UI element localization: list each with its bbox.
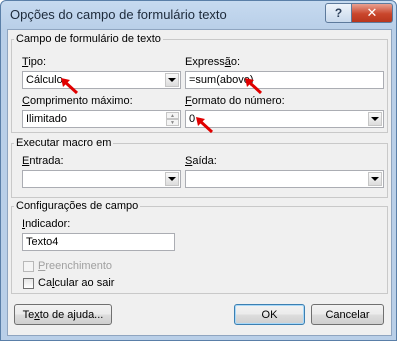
annotation-arrow-icon [196, 117, 214, 134]
entrada-label: Entrada: [22, 155, 64, 167]
saida-label: Saída: [185, 155, 217, 167]
campo-group-title: Campo de formulário de texto [14, 33, 163, 45]
dialog-window: Opções do campo de formulário texto ? ✕ … [0, 0, 397, 341]
ok-button[interactable]: OK [234, 304, 305, 325]
help-icon[interactable]: ? [325, 3, 352, 23]
indicador-input[interactable]: Texto4 [22, 233, 175, 251]
calcular-checkbox[interactable] [23, 278, 34, 289]
spin-up-icon[interactable]: ▲ [166, 112, 179, 119]
saida-select[interactable] [185, 170, 384, 188]
chevron-down-icon[interactable] [368, 172, 382, 186]
title-bar[interactable]: Opções do campo de formulário texto ? ✕ [1, 1, 396, 29]
chevron-down-icon[interactable] [165, 73, 179, 87]
window-title: Opções do campo de formulário texto [10, 7, 227, 22]
annotation-arrow-icon [245, 78, 263, 95]
entrada-select[interactable] [22, 170, 181, 188]
tipo-value: Cálculo [26, 74, 63, 86]
expressao-input[interactable]: =sum(above) [185, 71, 384, 89]
config-group-title: Configurações de campo [14, 200, 141, 212]
annotation-arrow-icon [61, 78, 79, 95]
close-icon[interactable]: ✕ [351, 3, 393, 23]
dialog-body: Campo de formulário de texto Tipo: Cálcu… [7, 29, 392, 336]
macro-group-title: Executar macro em [14, 137, 114, 149]
help-text-button[interactable]: Te x to de ajuda... [14, 304, 112, 325]
chevron-down-icon[interactable] [368, 112, 382, 126]
spinner-buttons[interactable]: ▲ ▼ [166, 112, 179, 126]
expressao-label: Expressão: [185, 56, 241, 68]
preenchimento-label: Preenchimento [38, 260, 112, 272]
preenchimento-checkbox[interactable] [23, 261, 34, 272]
indicador-label: Indicador: [22, 218, 71, 230]
comprimento-spinner[interactable]: Ilimitado ▲ ▼ [22, 110, 181, 128]
tipo-select[interactable]: Cálculo [22, 71, 181, 89]
comprimento-value: Ilimitado [26, 113, 67, 125]
chevron-down-icon[interactable] [165, 172, 179, 186]
cancel-button[interactable]: Cancelar [311, 304, 384, 325]
tipo-label: Tipo: [22, 56, 47, 68]
formato-label: Formato do número: [185, 95, 285, 107]
calcular-label: Calcular ao sair [38, 277, 115, 289]
indicador-value: Texto4 [26, 236, 59, 248]
spin-down-icon[interactable]: ▼ [166, 119, 179, 126]
comprimento-label: Comprimento máximo: [22, 95, 133, 107]
